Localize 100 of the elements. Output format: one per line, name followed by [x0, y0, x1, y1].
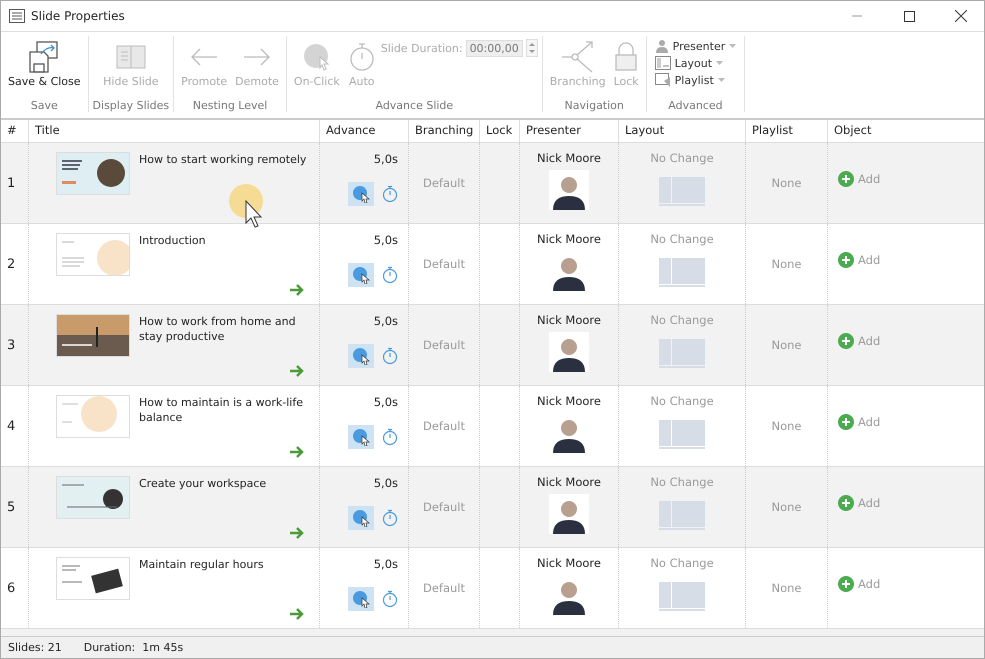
add-object-button[interactable]: Add — [838, 171, 880, 187]
layout-value[interactable]: No Change — [650, 313, 714, 327]
right-arrow-icon — [289, 527, 305, 539]
on-click-toggle[interactable] — [348, 344, 374, 368]
slide-title[interactable]: How to work from home and stay productive — [139, 314, 317, 385]
auto-toggle[interactable] — [382, 266, 398, 284]
layout-value[interactable]: No Change — [650, 475, 714, 489]
branching-value[interactable]: Default — [409, 386, 480, 466]
add-object-button[interactable]: Add — [838, 414, 880, 430]
minimize-icon[interactable] — [852, 15, 862, 17]
column-header[interactable]: Layout — [619, 120, 746, 142]
dropdown-caret-icon — [729, 44, 736, 48]
group-label: Display Slides — [92, 99, 170, 112]
slide-title[interactable]: Introduction — [139, 233, 317, 304]
click-cursor-icon — [352, 428, 370, 446]
slide-thumbnail — [57, 315, 129, 356]
maximize-icon[interactable] — [904, 10, 914, 22]
on-click-toggle[interactable] — [348, 506, 374, 530]
add-object-button[interactable]: Add — [838, 333, 880, 349]
playlist-value[interactable]: None — [746, 224, 828, 304]
click-cursor-icon — [302, 43, 331, 71]
slide-title[interactable]: Create your workspace — [139, 476, 317, 547]
column-header[interactable]: Presenter — [520, 120, 619, 142]
row-number: 5 — [1, 467, 29, 547]
layout-value[interactable]: No Change — [650, 232, 714, 246]
slide-panel-icon — [116, 44, 146, 70]
auto-toggle[interactable] — [382, 428, 398, 446]
left-arrow-icon — [189, 47, 220, 67]
plus-icon — [838, 252, 854, 268]
presenter-name[interactable]: Nick Moore — [537, 475, 601, 489]
presenter-name[interactable]: Nick Moore — [537, 232, 601, 246]
presenter-menu[interactable]: Presenter — [650, 39, 740, 53]
total-duration: Duration: 1m 45s — [84, 641, 184, 654]
layout-preview-icon — [659, 580, 705, 612]
slide-count: Slides: 21 — [8, 641, 62, 654]
on-click-toggle[interactable] — [348, 263, 374, 287]
layout-menu[interactable]: Layout — [650, 56, 728, 70]
column-header[interactable]: Advance — [320, 120, 409, 142]
playlist-value[interactable]: None — [746, 386, 828, 466]
playlist-value[interactable]: None — [746, 548, 828, 628]
group-label: Advance Slide — [375, 99, 454, 112]
stopwatch-icon — [382, 428, 398, 446]
slide-title[interactable]: How to maintain is a work-life balance — [139, 395, 317, 466]
presenter-name[interactable]: Nick Moore — [537, 556, 601, 570]
branching-value[interactable]: Default — [409, 224, 480, 304]
layout-preview-icon — [659, 337, 705, 369]
auto-toggle[interactable] — [382, 590, 398, 608]
on-click-toggle[interactable] — [348, 182, 374, 206]
stopwatch-icon — [382, 590, 398, 608]
column-header[interactable]: # — [1, 120, 29, 142]
window-title: Slide Properties — [31, 9, 126, 23]
presenter-name[interactable]: Nick Moore — [537, 151, 601, 165]
stopwatch-icon — [382, 185, 398, 203]
layout-value[interactable]: No Change — [650, 556, 714, 570]
presenter-name[interactable]: Nick Moore — [537, 313, 601, 327]
duration-field[interactable]: 00:00,00 — [466, 40, 523, 56]
auto-toggle[interactable] — [382, 185, 398, 203]
column-header[interactable]: Branching — [409, 120, 480, 142]
column-header[interactable]: Lock — [480, 120, 520, 142]
group-label: Advanced — [668, 99, 723, 112]
group-label: Nesting Level — [192, 99, 268, 112]
on-click-toggle[interactable] — [348, 587, 374, 611]
add-object-button[interactable]: Add — [838, 252, 880, 268]
right-arrow-icon — [289, 608, 305, 620]
column-header[interactable]: Playlist — [746, 120, 828, 142]
layout-preview-icon — [659, 418, 705, 450]
click-cursor-icon — [352, 509, 370, 527]
add-object-button[interactable]: Add — [838, 576, 880, 592]
slide-title[interactable]: Maintain regular hours — [139, 557, 317, 628]
right-arrow-icon — [289, 365, 305, 377]
layout-preview-icon — [659, 256, 705, 288]
presenter-avatar — [549, 170, 589, 210]
playlist-value[interactable]: None — [746, 467, 828, 547]
on-click-toggle[interactable] — [348, 425, 374, 449]
presenter-avatar — [549, 332, 589, 372]
auto-toggle[interactable] — [382, 509, 398, 527]
save-button[interactable]: Save & Close — [5, 36, 84, 88]
plus-icon — [838, 414, 854, 430]
layout-value[interactable]: No Change — [650, 151, 714, 165]
presenter-name[interactable]: Nick Moore — [537, 394, 601, 408]
stopwatch-icon — [348, 42, 376, 72]
playlist-value[interactable]: None — [746, 305, 828, 385]
branching-value[interactable]: Default — [409, 548, 480, 628]
slide-title[interactable]: How to start working remotely — [139, 152, 317, 223]
layout-value[interactable]: No Change — [650, 394, 714, 408]
branching-value[interactable]: Default — [409, 467, 480, 547]
dropdown-caret-icon — [718, 78, 725, 82]
column-header[interactable]: Object — [828, 120, 984, 142]
right-arrow-icon — [289, 446, 305, 458]
playlist-menu[interactable]: Playlist — [650, 73, 729, 87]
branching-value[interactable]: Default — [409, 143, 480, 223]
playlist-value[interactable]: None — [746, 143, 828, 223]
close-icon[interactable] — [955, 10, 967, 22]
auto-toggle[interactable] — [382, 347, 398, 365]
column-header[interactable]: Title — [29, 120, 320, 142]
branching-value[interactable]: Default — [409, 305, 480, 385]
add-object-button[interactable]: Add — [838, 495, 880, 511]
dropdown-caret-icon — [716, 61, 724, 65]
row-number: 6 — [1, 548, 29, 628]
click-cursor-icon — [352, 590, 370, 608]
